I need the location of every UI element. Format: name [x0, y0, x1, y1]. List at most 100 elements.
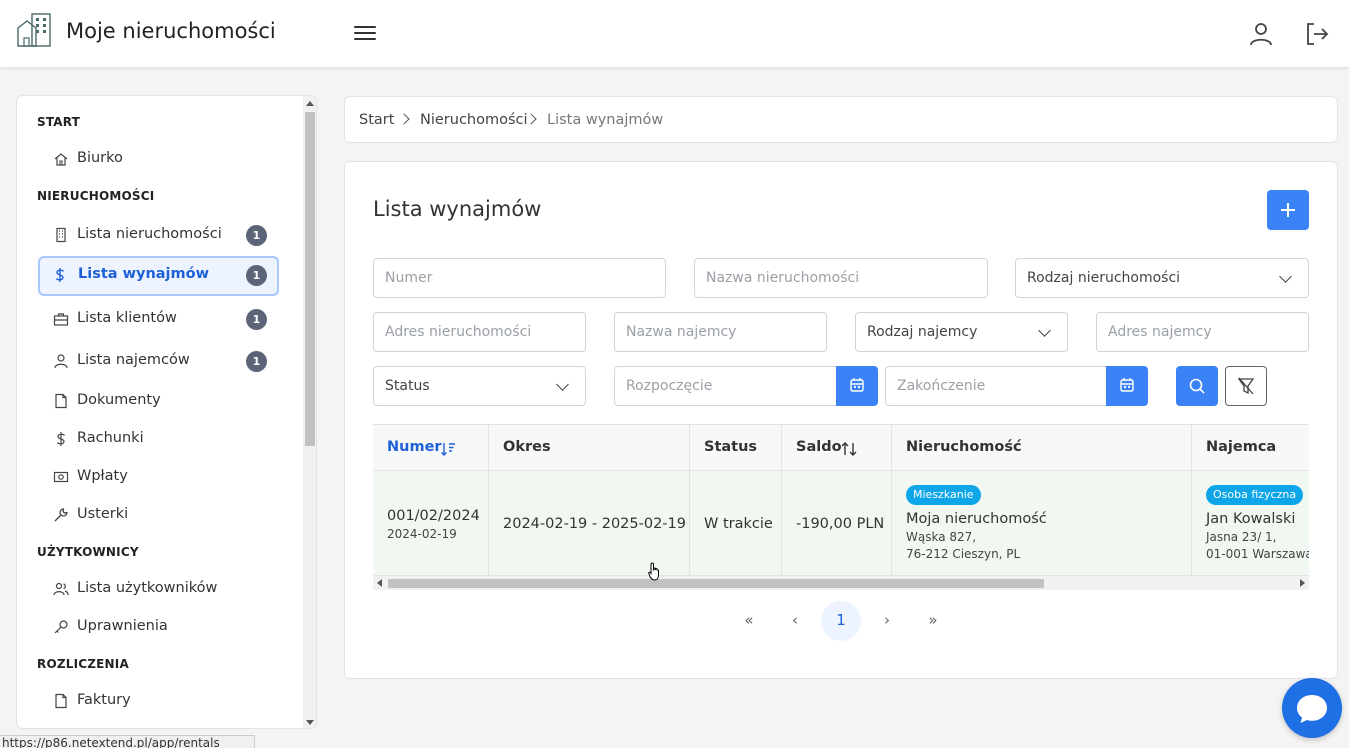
sort-desc-icon [441, 443, 455, 456]
breadcrumb-nieruchomosci[interactable]: Nieruchomości [420, 112, 528, 128]
column-header-label: Status [704, 439, 758, 455]
sidebar-item-label: Lista najemców [77, 352, 190, 368]
tenant-name-input[interactable] [614, 312, 827, 352]
cell-najemca: Osoba fizyczna Jan Kowalski Jasna 23/ 1,… [1192, 471, 1309, 575]
sidebar-item-lista-nieruchomosci[interactable]: Lista nieruchomości 1 [39, 216, 279, 254]
pagination-page-1[interactable]: 1 [821, 601, 861, 641]
app-title: Moje nieruchomości [66, 19, 276, 43]
sidebar-item-lista-wynajmow[interactable]: Lista wynajmów 1 [38, 256, 279, 296]
count-badge: 1 [246, 265, 267, 286]
column-header-label: Okres [503, 439, 551, 455]
column-header-status: Status [690, 425, 782, 471]
sidebar-item-uprawnienia[interactable]: Uprawnienia [39, 608, 279, 646]
breadcrumb: Start Nieruchomości Lista wynajmów [344, 96, 1338, 143]
pagination-next[interactable]: › [867, 601, 907, 641]
scroll-up-arrow[interactable] [306, 101, 314, 106]
search-icon [1189, 378, 1205, 394]
menu-toggle-button[interactable] [352, 22, 378, 46]
calendar-icon [850, 378, 864, 392]
chevron-down-icon [1038, 324, 1051, 337]
dollar-icon [55, 268, 65, 282]
sidebar-item-label: Lista użytkowników [77, 580, 218, 596]
page-title: Lista wynajmów [373, 197, 542, 221]
cell-numer: 001/02/2024 2024-02-19 [373, 471, 489, 575]
column-header-najemca: Najemca [1192, 425, 1309, 471]
cell-nieruchomosc: Mieszkanie Moja nieruchomość Wąska 827, … [892, 471, 1192, 575]
sidebar-section-rozliczenia: ROZLICZENIA [37, 657, 129, 671]
scroll-right-arrow[interactable] [1300, 579, 1305, 587]
chevron-down-icon [1279, 270, 1292, 283]
cell-saldo: -190,00 PLN [782, 471, 892, 575]
count-badge: 1 [246, 225, 267, 246]
property-address-line1: Wąska 827, [906, 530, 977, 544]
sidebar-item-label: Wpłaty [77, 468, 128, 484]
property-name-input[interactable] [694, 258, 988, 298]
sidebar-item-wplaty[interactable]: Wpłaty [39, 458, 279, 496]
wrench-icon [54, 508, 68, 522]
top-bar: Moje nieruchomości [0, 0, 1349, 68]
pagination-first[interactable]: « [729, 601, 769, 641]
chat-widget-button[interactable] [1282, 678, 1342, 738]
user-icon [54, 354, 68, 369]
sidebar-item-label: Rachunki [77, 430, 144, 446]
property-type-select[interactable]: Rodzaj nieruchomości [1015, 258, 1309, 298]
sidebar-item-biurko[interactable]: Biurko [39, 140, 279, 178]
scroll-down-arrow[interactable] [306, 720, 314, 725]
column-header-label: Numer [387, 439, 442, 455]
sidebar-item-faktury[interactable]: Faktury [39, 682, 279, 720]
end-date-calendar-button[interactable] [1106, 366, 1148, 406]
users-icon [53, 582, 69, 596]
breadcrumb-start[interactable]: Start [359, 112, 394, 128]
scroll-left-arrow[interactable] [377, 579, 382, 587]
tenant-address-line2: 01-001 Warszawa, [1206, 547, 1309, 561]
start-date-input[interactable] [614, 366, 837, 406]
sidebar-item-usterki[interactable]: Usterki [39, 496, 279, 534]
pagination-last[interactable]: » [913, 601, 953, 641]
property-address-input[interactable] [373, 312, 586, 352]
rental-period: 2024-02-19 - 2025-02-19 [503, 516, 686, 532]
sidebar-section-start: START [37, 115, 81, 129]
logout-icon[interactable] [1303, 20, 1331, 48]
end-date-input[interactable] [885, 366, 1108, 406]
key-icon [54, 620, 68, 634]
tenant-address-input[interactable] [1096, 312, 1309, 352]
column-header-numer[interactable]: Numer [373, 425, 489, 471]
status-select[interactable]: Status [373, 366, 586, 406]
rental-balance: -190,00 PLN [796, 516, 885, 532]
user-profile-icon[interactable] [1247, 20, 1275, 48]
sidebar-item-dokumenty[interactable]: Dokumenty [39, 382, 279, 420]
column-header-label: Najemca [1206, 439, 1277, 455]
numer-input[interactable] [373, 258, 666, 298]
briefcase-icon [53, 313, 69, 326]
count-badge: 1 [246, 309, 267, 330]
table-row[interactable]: 001/02/2024 2024-02-19 2024-02-19 - 2025… [373, 471, 1309, 576]
sidebar-item-lista-klientow[interactable]: Lista klientów 1 [39, 300, 279, 338]
search-button[interactable] [1176, 366, 1218, 406]
clear-filters-button[interactable] [1225, 366, 1267, 406]
sidebar-item-rachunki[interactable]: Rachunki [39, 420, 279, 458]
add-rental-button[interactable] [1267, 190, 1309, 230]
sidebar-scrollbar[interactable] [303, 96, 316, 728]
tenant-name: Jan Kowalski [1206, 511, 1296, 527]
start-date-calendar-button[interactable] [836, 366, 878, 406]
sidebar-section-uzytkownicy: UŻYTKOWNICY [37, 545, 139, 559]
count-badge: 1 [246, 351, 267, 372]
sidebar-item-lista-najemcow[interactable]: Lista najemców 1 [39, 342, 279, 380]
column-header-label: Saldo [796, 439, 842, 455]
table-horizontal-scrollbar[interactable] [373, 576, 1309, 590]
sidebar-item-label: Lista klientów [77, 310, 177, 326]
chevron-down-icon [556, 378, 569, 391]
column-header-okres: Okres [489, 425, 690, 471]
sidebar-item-label: Lista wynajmów [78, 266, 209, 282]
calendar-icon [1120, 378, 1134, 392]
column-header-saldo[interactable]: Saldo [782, 425, 892, 471]
scrollbar-thumb[interactable] [388, 579, 1044, 588]
sidebar-item-lista-uzytkownikow[interactable]: Lista użytkowników [39, 570, 279, 608]
tenant-type-select[interactable]: Rodzaj najemcy [855, 312, 1068, 352]
sidebar-item-label: Biurko [77, 150, 123, 166]
sidebar-item-label: Uprawnienia [77, 618, 168, 634]
property-address-line2: 76-212 Cieszyn, PL [906, 547, 1021, 561]
rental-status: W trakcie [704, 516, 773, 532]
scrollbar-thumb[interactable] [305, 112, 315, 446]
pagination-prev[interactable]: ‹ [775, 601, 815, 641]
